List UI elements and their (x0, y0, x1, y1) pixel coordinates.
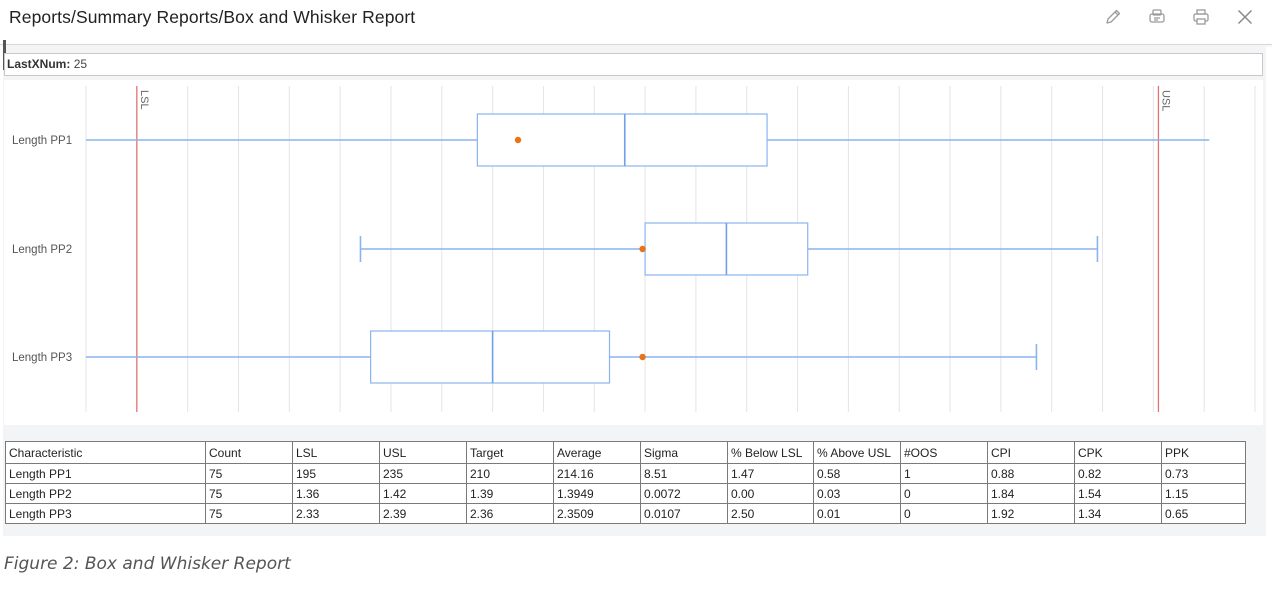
table-cell: 1.54 (1074, 483, 1162, 504)
table-row: Length PP3 75 2.33 2.39 2.36 2.3509 0.0107 2.50… (5, 503, 1246, 524)
figure-caption: Figure 2: Box and Whisker Report (4, 554, 291, 574)
table-row: Length PP1 75 195 235 210 214.16 8.51 1.47 0.58 1… (5, 463, 1246, 484)
table-cell: Length PP3 (5, 503, 206, 524)
table-cell: 210 (466, 463, 554, 484)
table-cell: 0.01 (813, 503, 901, 524)
table-cell: 0.73 (1161, 463, 1246, 484)
table-cell: 0.03 (813, 483, 901, 504)
table-cell: 1.47 (727, 463, 814, 484)
column-header: CPI (987, 441, 1075, 464)
table-cell: 0.0072 (640, 483, 728, 504)
column-header: #OOS (900, 441, 988, 464)
chart-canvas: LSL USL Length PP1 Length PP2 Length PP3 (12, 86, 1256, 412)
table-area: Characteristic Count LSL USL Target Average Si… (4, 425, 1263, 535)
table-cell: 1.42 (379, 483, 467, 504)
table-cell: 2.50 (727, 503, 814, 524)
column-header: USL (379, 441, 467, 464)
table-cell: 1 (900, 463, 988, 484)
table-cell: 2.33 (292, 503, 380, 524)
table-cell: 1.34 (1074, 503, 1162, 524)
table-cell: 0.58 (813, 463, 901, 484)
column-header: LSL (292, 441, 380, 464)
column-header: % Above USL (813, 441, 901, 464)
mean-point (639, 245, 646, 253)
mean-point (514, 136, 522, 144)
table-cell: 235 (379, 463, 467, 484)
column-header: % Below LSL (727, 441, 814, 464)
table-cell: 0 (900, 483, 988, 504)
table-cell: 2.3509 (553, 503, 641, 524)
toolbar-icons (1102, 6, 1256, 28)
table-cell: 0 (900, 503, 988, 524)
table-cell: 1.92 (987, 503, 1075, 524)
table-row: Length PP2 75 1.36 1.42 1.39 1.3949 0.0072 0.00… (5, 483, 1246, 504)
category-label: Length PP3 (12, 352, 72, 364)
filter-label: LastXNum: (7, 57, 71, 71)
header-divider (0, 44, 1272, 45)
table-cell: 195 (292, 463, 380, 484)
column-header: Target (466, 441, 554, 464)
column-header: Count (205, 441, 293, 464)
column-header: PPK (1161, 441, 1246, 464)
table-cell: 1.39 (466, 483, 554, 504)
print-icon[interactable] (1190, 6, 1212, 28)
spec-line-label: LSL (138, 90, 150, 110)
pencil-icon[interactable] (1102, 6, 1124, 28)
table-cell: 0.65 (1161, 503, 1246, 524)
statistics-table: Characteristic Count LSL USL Target Average Si… (5, 441, 1246, 524)
column-header: Characteristic (5, 441, 206, 464)
table-cell: 0.82 (1074, 463, 1162, 484)
category-label: Length PP1 (12, 135, 72, 147)
mean-point (639, 353, 646, 361)
page-title: Reports/Summary Reports/Box and Whisker … (9, 7, 416, 27)
close-icon[interactable] (1234, 6, 1256, 28)
iqr-box (370, 330, 611, 384)
box-whisker-chart: LSL USL Length PP1 Length PP2 Length PP3 (4, 80, 1263, 425)
table-cell: Length PP2 (5, 483, 206, 504)
column-header: Sigma (640, 441, 728, 464)
table-cell: 1.3949 (553, 483, 641, 504)
table-cell: 2.36 (466, 503, 554, 524)
table-cell: 2.39 (379, 503, 467, 524)
table-cell: Length PP1 (5, 463, 206, 484)
table-cell: 0.88 (987, 463, 1075, 484)
table-cell: 0.00 (727, 483, 814, 504)
table-cell: 214.16 (553, 463, 641, 484)
table-cell: 1.36 (292, 483, 380, 504)
table-cell: 75 (205, 483, 293, 504)
table-cell: 75 (205, 463, 293, 484)
filter-bar: LastXNum: 25 (4, 53, 1263, 76)
filter-value: 25 (73, 57, 88, 71)
table-cell: 75 (205, 503, 293, 524)
column-header: CPK (1074, 441, 1162, 464)
report-design-icon[interactable] (1146, 6, 1168, 28)
spec-line-label: USL (1159, 90, 1171, 111)
title-bar: Reports/Summary Reports/Box and Whisker … (0, 0, 1272, 44)
table-cell: 1.84 (987, 483, 1075, 504)
column-header: Average (553, 441, 641, 464)
table-body: Length PP1 75 195 235 210 214.16 8.51 1.47 0.58 1… (5, 463, 1246, 524)
category-label: Length PP2 (12, 244, 72, 256)
table-header-row: Characteristic Count LSL USL Target Average Si… (5, 441, 1246, 464)
table-cell: 0.0107 (640, 503, 728, 524)
table-cell: 1.15 (1161, 483, 1246, 504)
table-cell: 8.51 (640, 463, 728, 484)
